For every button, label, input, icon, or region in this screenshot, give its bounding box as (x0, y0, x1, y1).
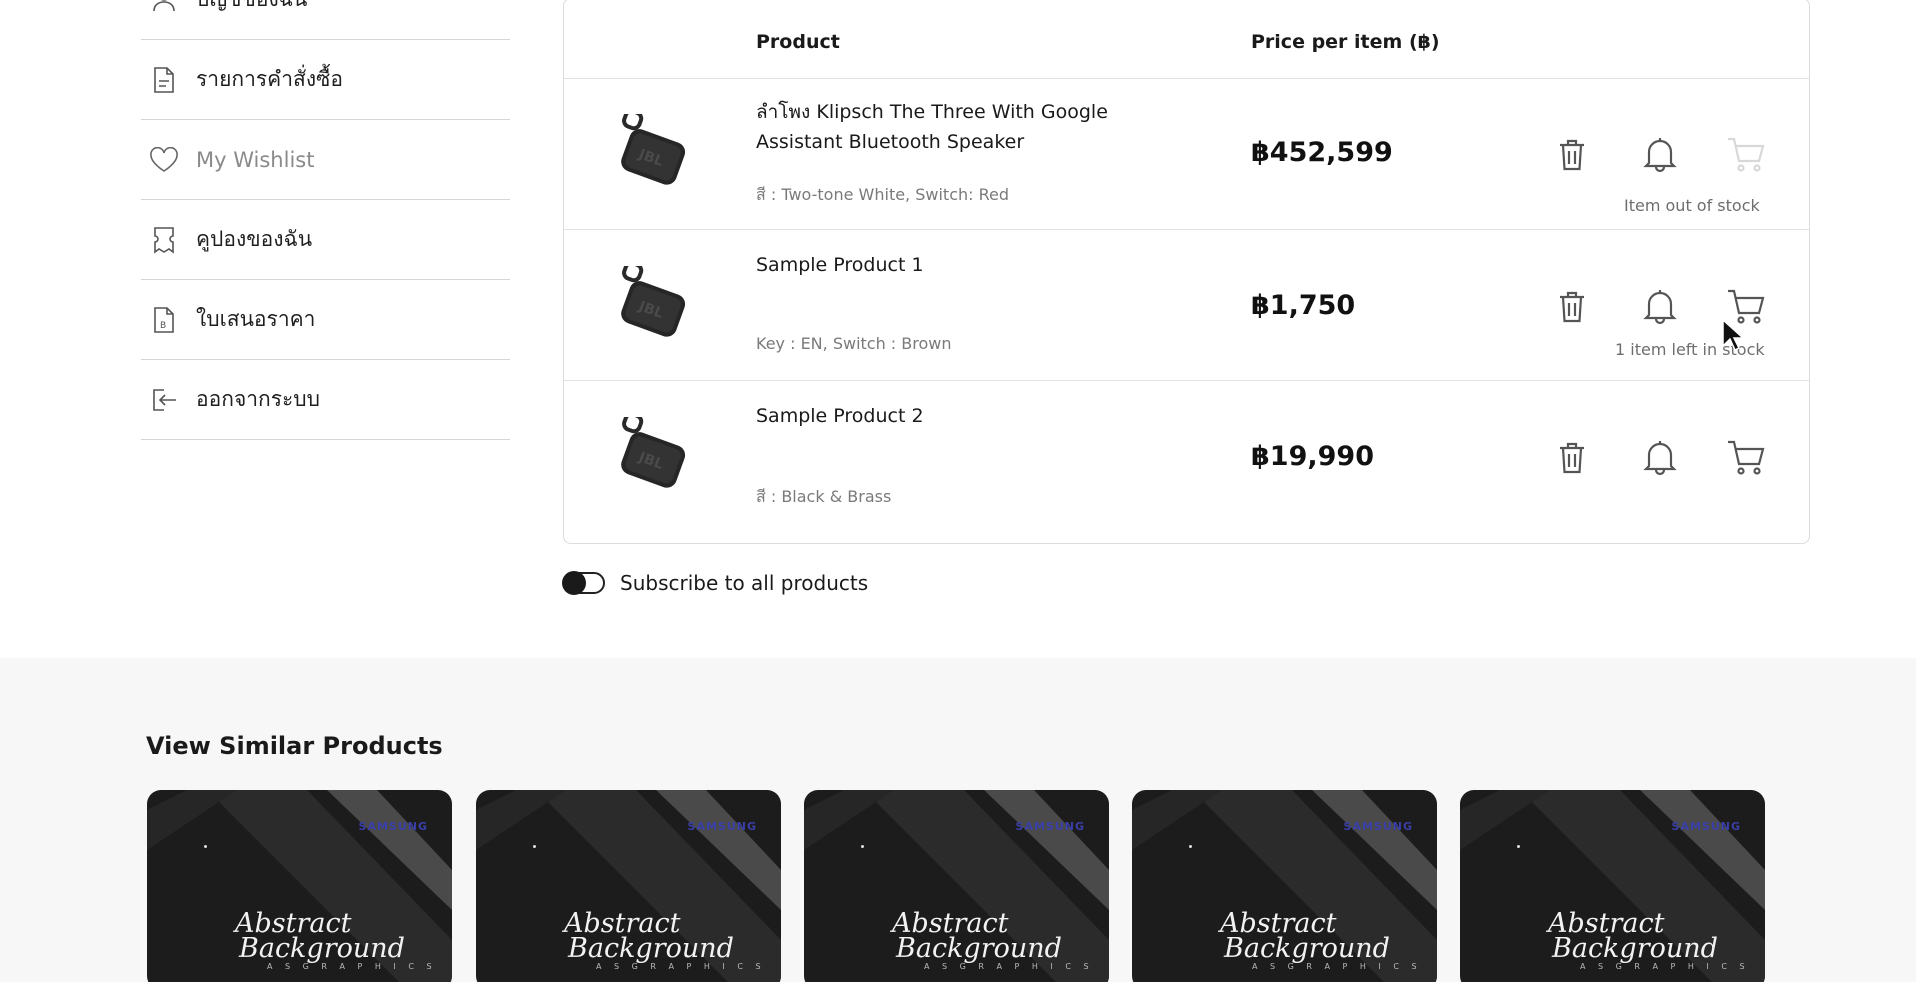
document-icon (149, 65, 179, 95)
card-title-line3: A S G R A P H I C S (1580, 962, 1750, 971)
product-thumbnail[interactable]: JBL (608, 412, 694, 497)
product-price: ฿19,990 (1251, 441, 1374, 472)
card-title-line2: Background (239, 933, 405, 964)
notify-button[interactable] (1638, 435, 1682, 479)
sidebar-item-quotation[interactable]: B ใบเสนอราคา (141, 280, 510, 360)
subscribe-toggle[interactable] (562, 571, 605, 595)
sidebar-item-label: My Wishlist (196, 147, 315, 172)
add-to-cart-button[interactable] (1724, 435, 1768, 479)
brand-label: SAMSUNG (1015, 820, 1085, 833)
product-thumbnail[interactable]: JBL (608, 109, 694, 194)
trash-icon (1560, 139, 1584, 171)
card-dot (533, 845, 536, 848)
card-title-line3: A S G R A P H I C S (924, 962, 1094, 971)
similar-products-section: View Similar Products SAMSUNG Abstract B… (0, 658, 1916, 982)
product-card[interactable]: SAMSUNG Abstract Background A S G R A P … (804, 790, 1109, 982)
bell-icon (1643, 290, 1677, 325)
product-card[interactable]: SAMSUNG Abstract Background A S G R A P … (1132, 790, 1437, 982)
card-dot (204, 845, 207, 848)
product-variant: Key : EN, Switch : Brown (756, 334, 952, 353)
brand-label: SAMSUNG (687, 820, 757, 833)
account-sidebar: บัญชีของฉัน รายการคำสั่งซื้อ My Wishlist… (141, 0, 510, 440)
card-title-line2: Background (568, 933, 734, 964)
card-title-line2: Background (1224, 933, 1390, 964)
column-header-product: Product (756, 31, 840, 53)
cart-icon (1728, 137, 1765, 172)
product-name[interactable]: Sample Product 2 (756, 401, 1156, 431)
notify-button[interactable] (1638, 284, 1682, 328)
card-title-line3: A S G R A P H I C S (267, 962, 437, 971)
wishlist-table: Product Price per item (฿) JBL ลำโพง Kli… (563, 0, 1810, 544)
sidebar-item-label: รายการคำสั่งซื้อ (196, 67, 343, 91)
card-dot (1189, 845, 1192, 848)
quotation-icon: B (149, 305, 179, 335)
card-dot (1517, 845, 1520, 848)
notify-button[interactable] (1638, 132, 1682, 176)
column-header-price: Price per item (฿) (1251, 31, 1440, 53)
user-icon (149, 0, 179, 15)
bell-icon (1643, 441, 1677, 476)
sidebar-item-label: ออกจากระบบ (196, 387, 320, 411)
product-card[interactable]: SAMSUNG Abstract Background A S G R A P … (476, 790, 781, 982)
sidebar-item-label: ใบเสนอราคา (196, 307, 316, 331)
delete-button[interactable] (1550, 133, 1594, 177)
sidebar-item-label: คูปองของฉัน (196, 227, 313, 251)
heart-icon (149, 145, 179, 175)
product-variant: สี : Two-tone White, Switch: Red (756, 185, 1009, 204)
trash-icon (1560, 442, 1584, 474)
logout-icon (149, 385, 179, 415)
sidebar-item-wishlist[interactable]: My Wishlist (141, 120, 510, 200)
brand-label: SAMSUNG (1343, 820, 1413, 833)
subscribe-all-row: Subscribe to all products (562, 571, 869, 595)
product-card[interactable]: SAMSUNG Abstract Background A S G R A P … (1460, 790, 1765, 982)
sidebar-item-logout[interactable]: ออกจากระบบ (141, 360, 510, 440)
card-title-line3: A S G R A P H I C S (1252, 962, 1422, 971)
cart-icon (1728, 440, 1765, 475)
brand-label: SAMSUNG (1671, 820, 1741, 833)
mouse-cursor-icon (1722, 318, 1743, 352)
card-title-line3: A S G R A P H I C S (596, 962, 766, 971)
table-header: Product Price per item (฿) (564, 0, 1809, 79)
product-price: ฿1,750 (1251, 290, 1356, 321)
coupon-icon (149, 225, 179, 255)
add-to-cart-button[interactable] (1724, 132, 1768, 176)
card-dot (861, 845, 864, 848)
delete-button[interactable] (1550, 436, 1594, 480)
trash-icon (1560, 291, 1584, 323)
table-row: JBL Sample Product 2 สี : Black & Brass … (564, 381, 1809, 543)
card-title-line2: Background (896, 933, 1062, 964)
svg-text:B: B (160, 321, 166, 331)
stock-status: Item out of stock (1624, 196, 1760, 215)
table-row: JBL ลำโพง Klipsch The Three With Google … (564, 79, 1809, 230)
brand-label: SAMSUNG (358, 820, 428, 833)
product-variant: สี : Black & Brass (756, 487, 892, 506)
sidebar-item-label: บัญชีของฉัน (196, 0, 307, 16)
product-price: ฿452,599 (1251, 137, 1393, 168)
table-row: JBL Sample Product 1 Key : EN, Switch : … (564, 230, 1809, 381)
section-title: View Similar Products (146, 732, 443, 760)
card-title-line2: Background (1552, 933, 1718, 964)
toggle-knob (562, 571, 586, 595)
product-thumbnail[interactable]: JBL (608, 261, 694, 346)
product-card[interactable]: SAMSUNG Abstract Background A S G R A P … (147, 790, 452, 982)
product-name[interactable]: ลำโพง Klipsch The Three With Google Assi… (756, 97, 1156, 157)
delete-button[interactable] (1550, 285, 1594, 329)
bell-icon (1643, 138, 1677, 173)
subscribe-label: Subscribe to all products (620, 571, 869, 595)
sidebar-item-orders[interactable]: รายการคำสั่งซื้อ (141, 40, 510, 120)
product-name[interactable]: Sample Product 1 (756, 250, 1156, 280)
sidebar-item-coupons[interactable]: คูปองของฉัน (141, 200, 510, 280)
sidebar-item-account[interactable]: บัญชีของฉัน (141, 0, 510, 40)
